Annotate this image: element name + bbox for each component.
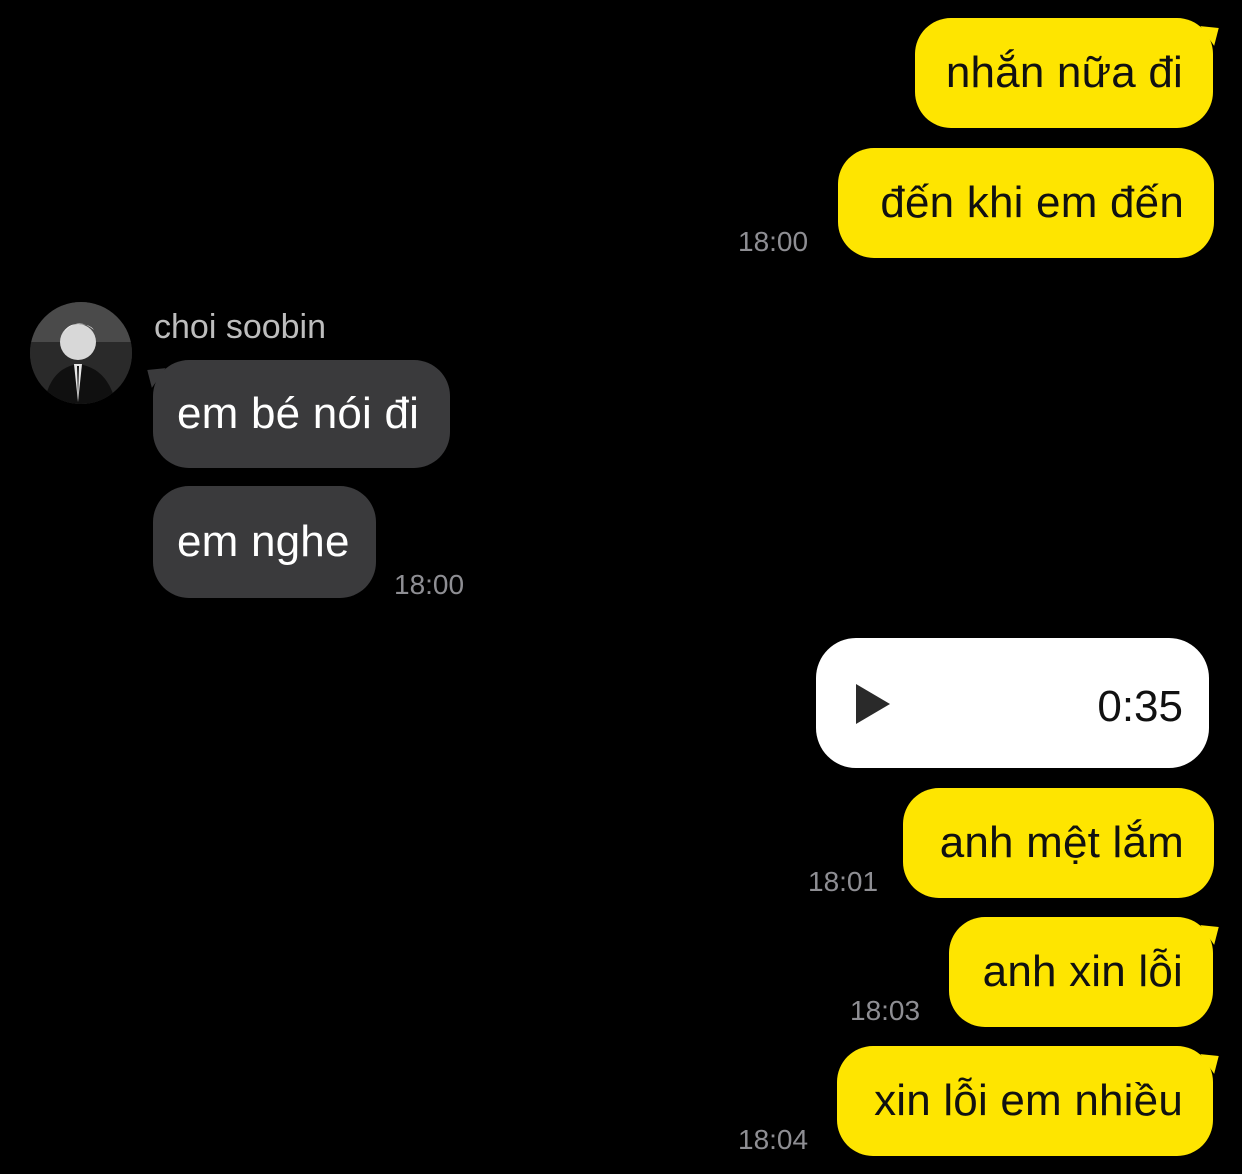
- contact-avatar[interactable]: [30, 302, 132, 404]
- message-text: anh mệt lắm: [939, 818, 1184, 867]
- avatar-photo-icon: [30, 302, 132, 404]
- message-timestamp: 18:01: [808, 866, 879, 897]
- message-timestamp: 18:03: [850, 995, 921, 1026]
- voice-duration: 0:35: [1097, 682, 1183, 731]
- voice-message-bubble[interactable]: 0:35: [816, 638, 1209, 768]
- their-message-bubble[interactable]: em nghe: [153, 486, 376, 598]
- sender-name: choi soobin: [154, 308, 327, 346]
- message-text: em nghe: [177, 517, 350, 566]
- message-text: em bé nói đi: [177, 389, 420, 438]
- play-icon[interactable]: [856, 684, 890, 724]
- message-timestamp: 18:00: [738, 226, 809, 257]
- my-message-bubble[interactable]: xin lỗi em nhiều: [837, 1046, 1213, 1156]
- message-timestamp: 18:04: [738, 1124, 809, 1155]
- my-message-bubble[interactable]: đến khi em đến: [838, 148, 1214, 258]
- message-text: nhắn nữa đi: [945, 48, 1183, 97]
- my-message-bubble[interactable]: nhắn nữa đi: [915, 18, 1213, 128]
- my-message-bubble[interactable]: anh xin lỗi: [949, 917, 1213, 1027]
- message-text: anh xin lỗi: [982, 947, 1183, 996]
- their-message-bubble[interactable]: em bé nói đi: [153, 360, 450, 468]
- message-timestamp: 18:00: [394, 569, 465, 600]
- message-text: xin lỗi em nhiều: [874, 1076, 1183, 1125]
- my-message-bubble[interactable]: anh mệt lắm: [903, 788, 1214, 898]
- message-text: đến khi em đến: [880, 178, 1184, 227]
